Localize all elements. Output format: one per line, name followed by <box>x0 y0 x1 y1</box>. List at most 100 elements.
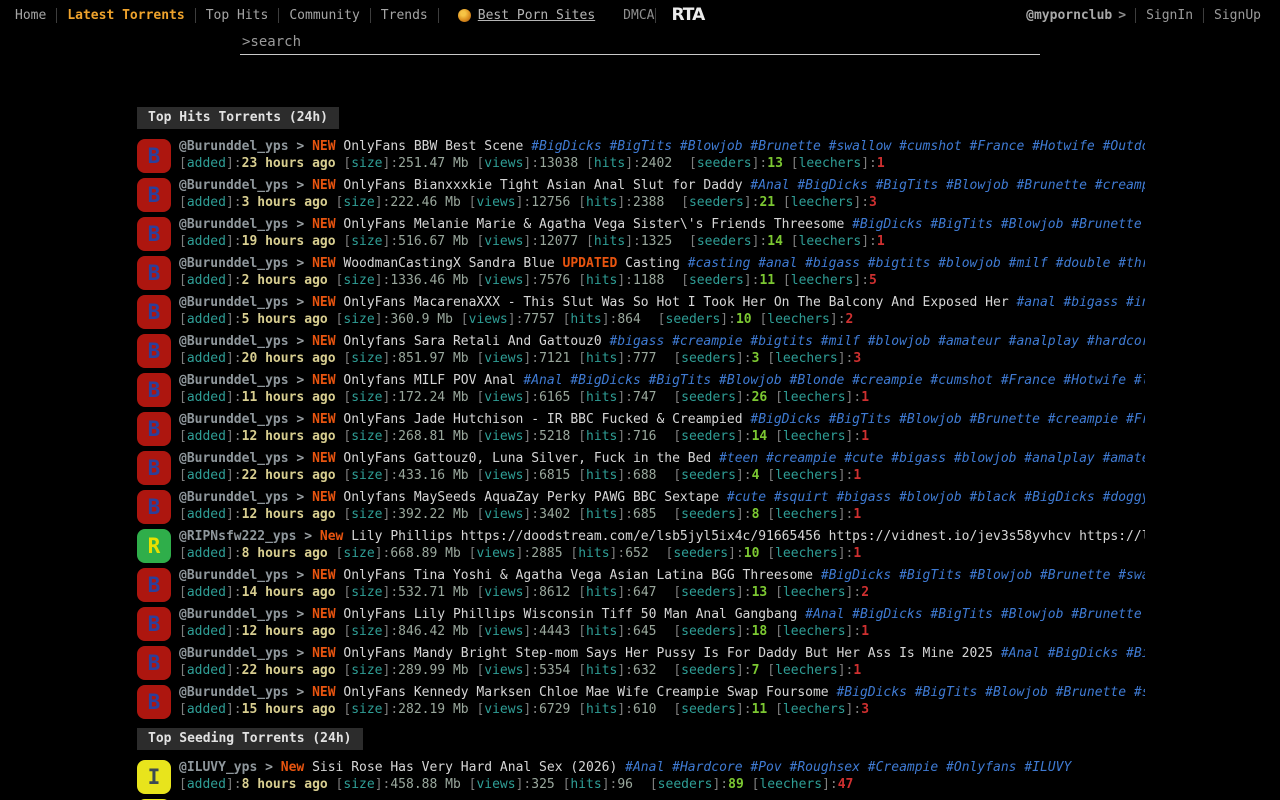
torrent-title-link[interactable]: OnlyFans Tina Yoshi & Agatha Vega Asian … <box>343 568 813 583</box>
torrent-title-link[interactable]: OnlyFans Melanie Marie & Agatha Vega Sis… <box>343 217 844 232</box>
uploader-link[interactable]: @Burunddel_yps <box>179 295 289 310</box>
brand-handle[interactable]: @mypornclub <box>1026 8 1112 23</box>
torrent-row: B@Burunddel_yps > NEW OnlyFans Mandy Bri… <box>137 645 1145 684</box>
torrent-title-link[interactable]: OnlyFans Lily Phillips Wisconsin Tiff 50… <box>343 607 797 622</box>
torrent-title-link[interactable]: Onlyfans Sara Retali And Gattouz0 <box>343 334 601 349</box>
stat-bracket: ]: <box>226 429 242 444</box>
uploader-avatar[interactable]: B <box>137 139 171 173</box>
torrent-title-link[interactable]: Onlyfans MILF POV Anal <box>343 373 515 388</box>
torrent-title-link[interactable]: OnlyFans MacarenaXXX - This Slut Was So … <box>343 295 1008 310</box>
search-input[interactable] <box>240 32 1040 55</box>
hashtag-links[interactable]: #Anal #BigDicks #BigTits #Blowjob #Blond… <box>523 373 1145 388</box>
stat-label-seeders: seeders <box>681 429 736 444</box>
uploader-avatar[interactable]: B <box>137 256 171 290</box>
hashtag-links[interactable]: #Anal #BigDicks #BigTits … <box>1001 646 1145 661</box>
stat-label-size: size <box>351 429 382 444</box>
status-badge: NEW <box>312 217 335 232</box>
nav-item-community[interactable]: Community <box>280 8 368 23</box>
torrent-stats: [added]:11 hours ago [size]:172.24 Mb [v… <box>179 390 1145 407</box>
uploader-link[interactable]: @Burunddel_yps <box>179 256 289 271</box>
hashtag-links[interactable]: #BigDicks #BigTits #Blowjob #Brunette #s… <box>531 139 1145 154</box>
uploader-link[interactable]: @Burunddel_yps <box>179 178 289 193</box>
torrent-title-link[interactable]: OnlyFans Gattouz0, Luna Silver, Fuck in … <box>343 451 711 466</box>
best-porn-sites-link[interactable]: Best Porn Sites <box>458 8 595 23</box>
hashtag-links[interactable]: #bigass #creampie #bigtits #milf #blowjo… <box>609 334 1145 349</box>
stat-value-leechers: 1 <box>861 390 869 405</box>
uploader-avatar[interactable]: B <box>137 412 171 446</box>
uploader-avatar[interactable]: B <box>137 451 171 485</box>
uploader-avatar[interactable]: I <box>137 760 171 794</box>
uploader-avatar[interactable]: B <box>137 685 171 719</box>
stat-value-size: 282.19 Mb <box>398 702 468 717</box>
torrent-title-link[interactable]: OnlyFans BBW Best Scene <box>343 139 523 154</box>
hashtag-links[interactable]: #Anal #Hardcore #Pov #Roughsex #Creampie… <box>625 760 1071 775</box>
stat-bracket: ]: <box>736 702 752 717</box>
hashtag-links[interactable]: #anal #bigass #interrac… <box>1016 295 1145 310</box>
uploader-link[interactable]: @ILUVY_yps <box>179 760 257 775</box>
stat-value-seeders: 13 <box>752 585 768 600</box>
rta-logo: RTA <box>671 5 704 25</box>
torrent-title-link[interactable]: Sisi Rose Has Very Hard Anal Sex (2026) <box>312 760 617 775</box>
chevron-right-icon: > <box>304 529 312 544</box>
uploader-link[interactable]: @Burunddel_yps <box>179 685 289 700</box>
uploader-avatar[interactable]: B <box>137 178 171 212</box>
hashtag-links[interactable]: #BigDicks #BigTits #Blowjob #Brunette #s… <box>836 685 1145 700</box>
uploader-link[interactable]: @Burunddel_yps <box>179 568 289 583</box>
stat-value-views: 12077 <box>539 234 578 249</box>
uploader-avatar[interactable]: B <box>137 373 171 407</box>
hashtag-links[interactable]: #Anal #BigDicks #BigTits #Blowjob #Brune… <box>750 178 1145 193</box>
hashtag-links[interactable]: #BigDicks #BigTits #Blowjob #Brunette #c… <box>750 412 1145 427</box>
uploader-link[interactable]: @Burunddel_yps <box>179 412 289 427</box>
uploader-avatar[interactable]: B <box>137 568 171 602</box>
uploader-link[interactable]: @Burunddel_yps <box>179 490 289 505</box>
torrent-title-link[interactable]: Casting <box>625 256 680 271</box>
dmca-link[interactable]: DMCA <box>623 8 654 23</box>
nav-item-home[interactable]: Home <box>6 8 55 23</box>
uploader-avatar[interactable]: B <box>137 646 171 680</box>
uploader-link[interactable]: @Burunddel_yps <box>179 217 289 232</box>
uploader-avatar[interactable]: B <box>137 295 171 329</box>
hashtag-links[interactable]: #BigDicks #BigTits #Blowjob #Brunette #s… <box>852 217 1145 232</box>
signin-link[interactable]: SignIn <box>1137 8 1202 23</box>
stat-label-seeders: seeders <box>681 663 736 678</box>
stat-value-views: 325 <box>531 777 554 792</box>
torrent-title-link[interactable]: Lily Phillips https://doodstream.com/e/l… <box>351 529 1145 544</box>
nav-item-latest-torrents[interactable]: Latest Torrents <box>58 8 193 23</box>
nav-item-top-hits[interactable]: Top Hits <box>197 8 278 23</box>
stat-bracket: [ <box>783 273 791 288</box>
nav-item-trends[interactable]: Trends <box>372 8 437 23</box>
hashtag-links[interactable]: #casting #anal #bigass #bigtits #blowjob… <box>688 256 1145 271</box>
stat-bracket: [ <box>578 390 586 405</box>
stat-bracket: [ <box>767 351 775 366</box>
uploader-link[interactable]: @Burunddel_yps <box>179 646 289 661</box>
torrent-title-link[interactable]: OnlyFans Kennedy Marksen Chloe Mae Wife … <box>343 685 828 700</box>
torrent-title-link[interactable]: OnlyFans Mandy Bright Step-mom Says Her … <box>343 646 993 661</box>
chevron-right-icon: > <box>296 685 304 700</box>
hashtag-links[interactable]: #Anal #BigDicks #BigTits #Blowjob #Brune… <box>805 607 1145 622</box>
torrent-title-link[interactable]: Onlyfans MaySeeds AquaZay Perky PAWG BBC… <box>343 490 719 505</box>
uploader-link[interactable]: @RIPNsfw222_yps <box>179 529 296 544</box>
torrent-title-link[interactable]: OnlyFans Bianxxxkie Tight Asian Anal Slu… <box>343 178 742 193</box>
uploader-avatar[interactable]: B <box>137 490 171 524</box>
stat-bracket: ]: <box>736 624 752 639</box>
uploader-avatar[interactable]: B <box>137 607 171 641</box>
uploader-link[interactable]: @Burunddel_yps <box>179 334 289 349</box>
uploader-link[interactable]: @Burunddel_yps <box>179 451 289 466</box>
stat-label-leechers: leechers <box>783 429 846 444</box>
torrent-title-link[interactable]: OnlyFans Jade Hutchison - IR BBC Fucked … <box>343 412 742 427</box>
uploader-link[interactable]: @Burunddel_yps <box>179 607 289 622</box>
uploader-avatar[interactable]: B <box>137 217 171 251</box>
hashtag-links[interactable]: #teen #creampie #cute #bigass #blowjob #… <box>719 451 1145 466</box>
stat-value-leechers: 1 <box>877 156 885 171</box>
uploader-avatar[interactable]: B <box>137 334 171 368</box>
hashtag-links[interactable]: #cute #squirt #bigass #blowjob #black #B… <box>727 490 1145 505</box>
stat-value-hits: 747 <box>633 390 656 405</box>
stat-value-added: 2 hours ago <box>242 273 328 288</box>
hashtag-links[interactable]: #BigDicks #BigTits #Blowjob #Brunette #s… <box>821 568 1145 583</box>
torrent-title-link[interactable]: WoodmanCastingX Sandra Blue <box>343 256 554 271</box>
stat-bracket: ]: <box>712 777 728 792</box>
uploader-link[interactable]: @Burunddel_yps <box>179 373 289 388</box>
signup-link[interactable]: SignUp <box>1205 8 1270 23</box>
uploader-link[interactable]: @Burunddel_yps <box>179 139 289 154</box>
uploader-avatar[interactable]: R <box>137 529 171 563</box>
